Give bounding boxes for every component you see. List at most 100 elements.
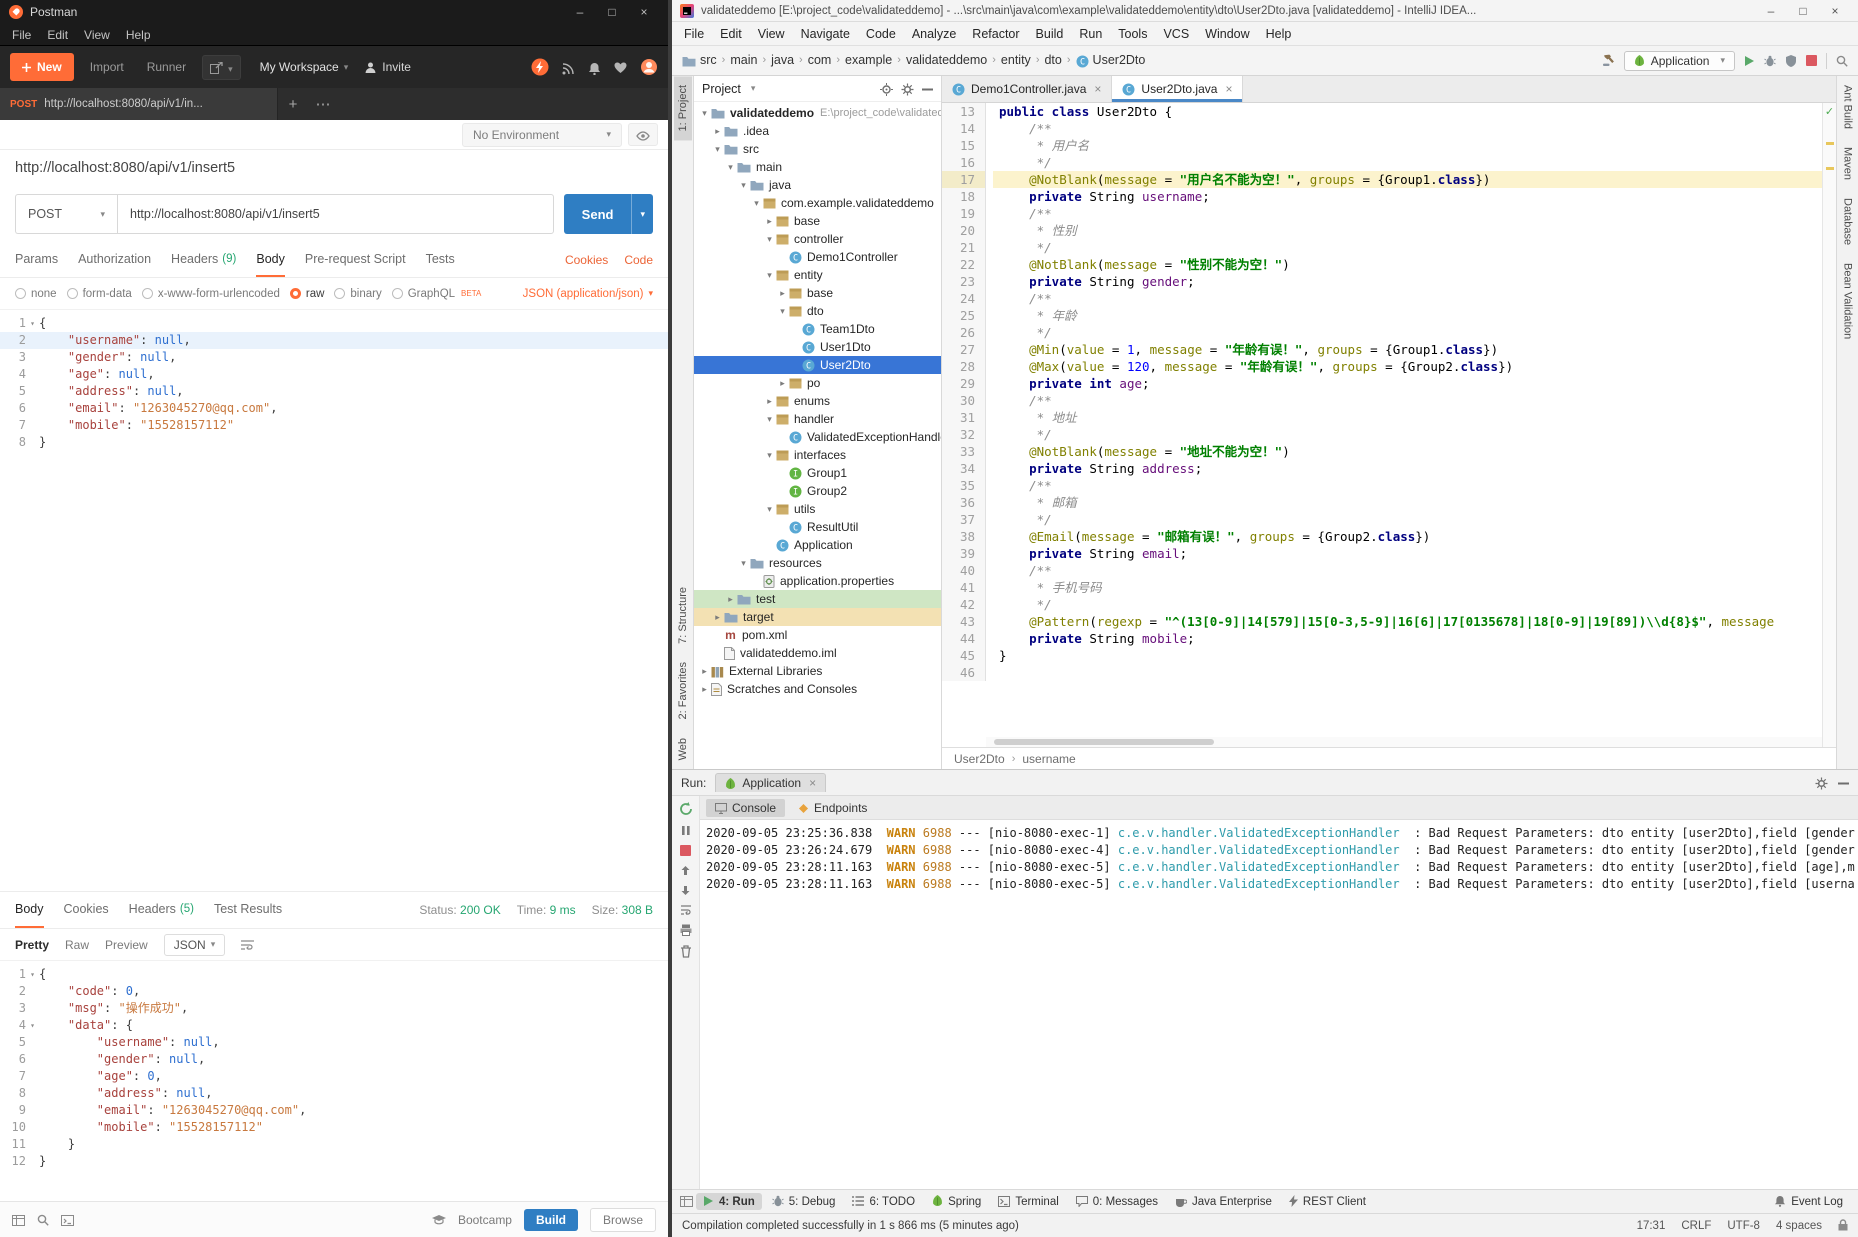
tree-item-group1[interactable]: I Group1 — [694, 464, 941, 482]
idea-menu-code[interactable]: Code — [858, 24, 904, 44]
crumb-src[interactable]: src — [682, 53, 717, 67]
view-raw[interactable]: Raw — [65, 938, 89, 952]
tree-item-validatedexceptionhandler[interactable]: C ValidatedExceptionHandler — [694, 428, 941, 446]
postman-maximize-button[interactable]: □ — [597, 5, 627, 19]
tree-item-validateddemo-iml[interactable]: validateddemo.iml — [694, 644, 941, 662]
tree-arrow[interactable]: ▾ — [763, 234, 776, 245]
wrap-lines-icon[interactable] — [241, 938, 255, 952]
tree-item-pom-xml[interactable]: m pom.xml — [694, 626, 941, 644]
lock-icon[interactable] — [1838, 1219, 1848, 1231]
idea-menu-window[interactable]: Window — [1197, 24, 1257, 44]
tree-item-base[interactable]: ▸ base — [694, 284, 941, 302]
toolwindow-button-0-messages[interactable]: 0: Messages — [1069, 1194, 1165, 1210]
tree-item-team1dto[interactable]: C Team1Dto — [694, 320, 941, 338]
request-body-editor[interactable]: 1 ▾{2 "username": null, 3 "gender": null, 4… — [0, 310, 668, 891]
crumb-java[interactable]: java — [771, 53, 794, 67]
crumb-entity[interactable]: entity — [1001, 53, 1031, 67]
layout-icon[interactable] — [12, 1213, 25, 1227]
idea-close-button[interactable]: × — [1820, 4, 1850, 18]
crumb-com[interactable]: com — [808, 53, 832, 67]
tree-item-po[interactable]: ▸ po — [694, 374, 941, 392]
tree-arrow[interactable]: ▾ — [763, 504, 776, 515]
tree-item-external-libraries[interactable]: ▸ External Libraries — [694, 662, 941, 680]
send-options-button[interactable]: ▾ — [631, 194, 653, 234]
crumb-user2dto[interactable]: C User2Dto — [1076, 53, 1145, 67]
soft-wrap-button[interactable] — [680, 905, 692, 915]
editor[interactable]: 13 public class User2Dto {14 /** 15 * 用户名 1… — [942, 103, 1836, 747]
pause-output-button[interactable] — [681, 825, 691, 836]
tree-item-java[interactable]: ▾ java — [694, 176, 941, 194]
scroll-up-button[interactable] — [680, 865, 691, 876]
view-pretty[interactable]: Pretty — [15, 938, 49, 952]
tree-item-src[interactable]: ▾ src — [694, 140, 941, 158]
clear-console-button[interactable] — [680, 945, 692, 958]
breadcrumb-username[interactable]: username — [1022, 752, 1075, 766]
run-with-coverage-button[interactable] — [1785, 54, 1797, 67]
postman-close-button[interactable]: × — [629, 5, 659, 19]
toolwindow-ant-build[interactable]: Ant Build — [1839, 76, 1857, 138]
tree-item-application-properties[interactable]: application.properties — [694, 572, 941, 590]
postman-menu-help[interactable]: Help — [126, 28, 151, 42]
tree-item-demo1controller[interactable]: C Demo1Controller — [694, 248, 941, 266]
tree-item-application[interactable]: C Application — [694, 536, 941, 554]
tree-item-dto[interactable]: ▾ dto — [694, 302, 941, 320]
toolwindow-database[interactable]: Database — [1839, 189, 1857, 254]
run-configuration-tab[interactable]: Application × — [715, 773, 827, 792]
environment-selector[interactable]: No Environment ▾ — [462, 122, 622, 147]
console-output[interactable]: 2020-09-05 23:25:36.838 WARN 6988 --- [n… — [700, 820, 1858, 1189]
toolwindow-button-5-debug[interactable]: 5: Debug — [765, 1193, 843, 1209]
tree-item-enums[interactable]: ▸ enums — [694, 392, 941, 410]
toolwindow-maven[interactable]: Maven — [1839, 138, 1857, 189]
tree-item-base[interactable]: ▸ base — [694, 212, 941, 230]
rerun-button[interactable] — [679, 802, 693, 816]
postman-menu-view[interactable]: View — [84, 28, 110, 42]
send-button[interactable]: Send ▾ — [563, 194, 653, 234]
idea-menu-build[interactable]: Build — [1028, 24, 1072, 44]
tree-arrow[interactable]: ▸ — [763, 216, 776, 227]
tree-item-scratches-and-consoles[interactable]: ▸ Scratches and Consoles — [694, 680, 941, 698]
tab-body[interactable]: Body — [15, 892, 44, 928]
hide-run-panel-icon[interactable] — [1838, 775, 1849, 789]
tree-arrow[interactable]: ▸ — [711, 612, 724, 623]
tool-window-switcher-icon[interactable] — [680, 1195, 693, 1208]
tab-headers[interactable]: Headers (9) — [171, 242, 236, 277]
tree-item-target[interactable]: ▸ target — [694, 608, 941, 626]
crumb-example[interactable]: example — [845, 53, 892, 67]
build-button[interactable]: Build — [523, 1208, 578, 1231]
search-icon[interactable] — [37, 1213, 49, 1227]
hscrollbar-thumb[interactable] — [994, 739, 1214, 745]
tab-tests[interactable]: Tests — [426, 242, 455, 277]
content-type-selector[interactable]: JSON (application/json) ▾ — [523, 288, 653, 300]
run-button[interactable] — [1744, 55, 1755, 67]
toolwindow-web[interactable]: Web — [674, 729, 692, 769]
tree-arrow[interactable]: ▸ — [763, 396, 776, 407]
idea-menu-tools[interactable]: Tools — [1110, 24, 1155, 44]
tree-item-interfaces[interactable]: ▾ interfaces — [694, 446, 941, 464]
editor-tab-user2dto-java[interactable]: C User2Dto.java × — [1112, 76, 1244, 102]
tree-item-com-example-validateddemo[interactable]: ▾ com.example.validateddemo — [694, 194, 941, 212]
body-mode-raw[interactable]: raw — [289, 288, 324, 300]
idea-menu-vcs[interactable]: VCS — [1155, 24, 1197, 44]
postman-minimize-button[interactable]: – — [565, 5, 595, 19]
idea-menu-file[interactable]: File — [676, 24, 712, 44]
postman-menu-file[interactable]: File — [12, 28, 31, 42]
tree-item-idea[interactable]: ▸ .idea — [694, 122, 941, 140]
tree-arrow[interactable]: ▾ — [776, 306, 789, 317]
editor-scrollbar[interactable]: ✓ — [1822, 103, 1836, 747]
breadcrumb-user2dto[interactable]: User2Dto — [954, 752, 1005, 766]
status-crlf[interactable]: CRLF — [1681, 1220, 1711, 1232]
url-input[interactable]: http://localhost:8080/api/v1/insert5 — [117, 194, 554, 234]
idea-menu-help[interactable]: Help — [1258, 24, 1300, 44]
toolwindow-button-spring[interactable]: Spring — [925, 1193, 988, 1209]
body-mode-binary[interactable]: binary — [334, 288, 382, 300]
body-mode-form-data[interactable]: form-data — [66, 288, 132, 300]
tree-arrow[interactable]: ▸ — [711, 126, 724, 137]
heart-icon[interactable] — [614, 60, 627, 75]
settings-gear-icon[interactable] — [901, 81, 914, 96]
tree-item-entity[interactable]: ▾ entity — [694, 266, 941, 284]
runner-button[interactable]: Runner — [140, 53, 193, 81]
tab-params[interactable]: Params — [15, 242, 58, 277]
avatar-icon[interactable] — [640, 58, 658, 76]
view-preview[interactable]: Preview — [105, 938, 148, 952]
tree-arrow[interactable]: ▸ — [776, 378, 789, 389]
